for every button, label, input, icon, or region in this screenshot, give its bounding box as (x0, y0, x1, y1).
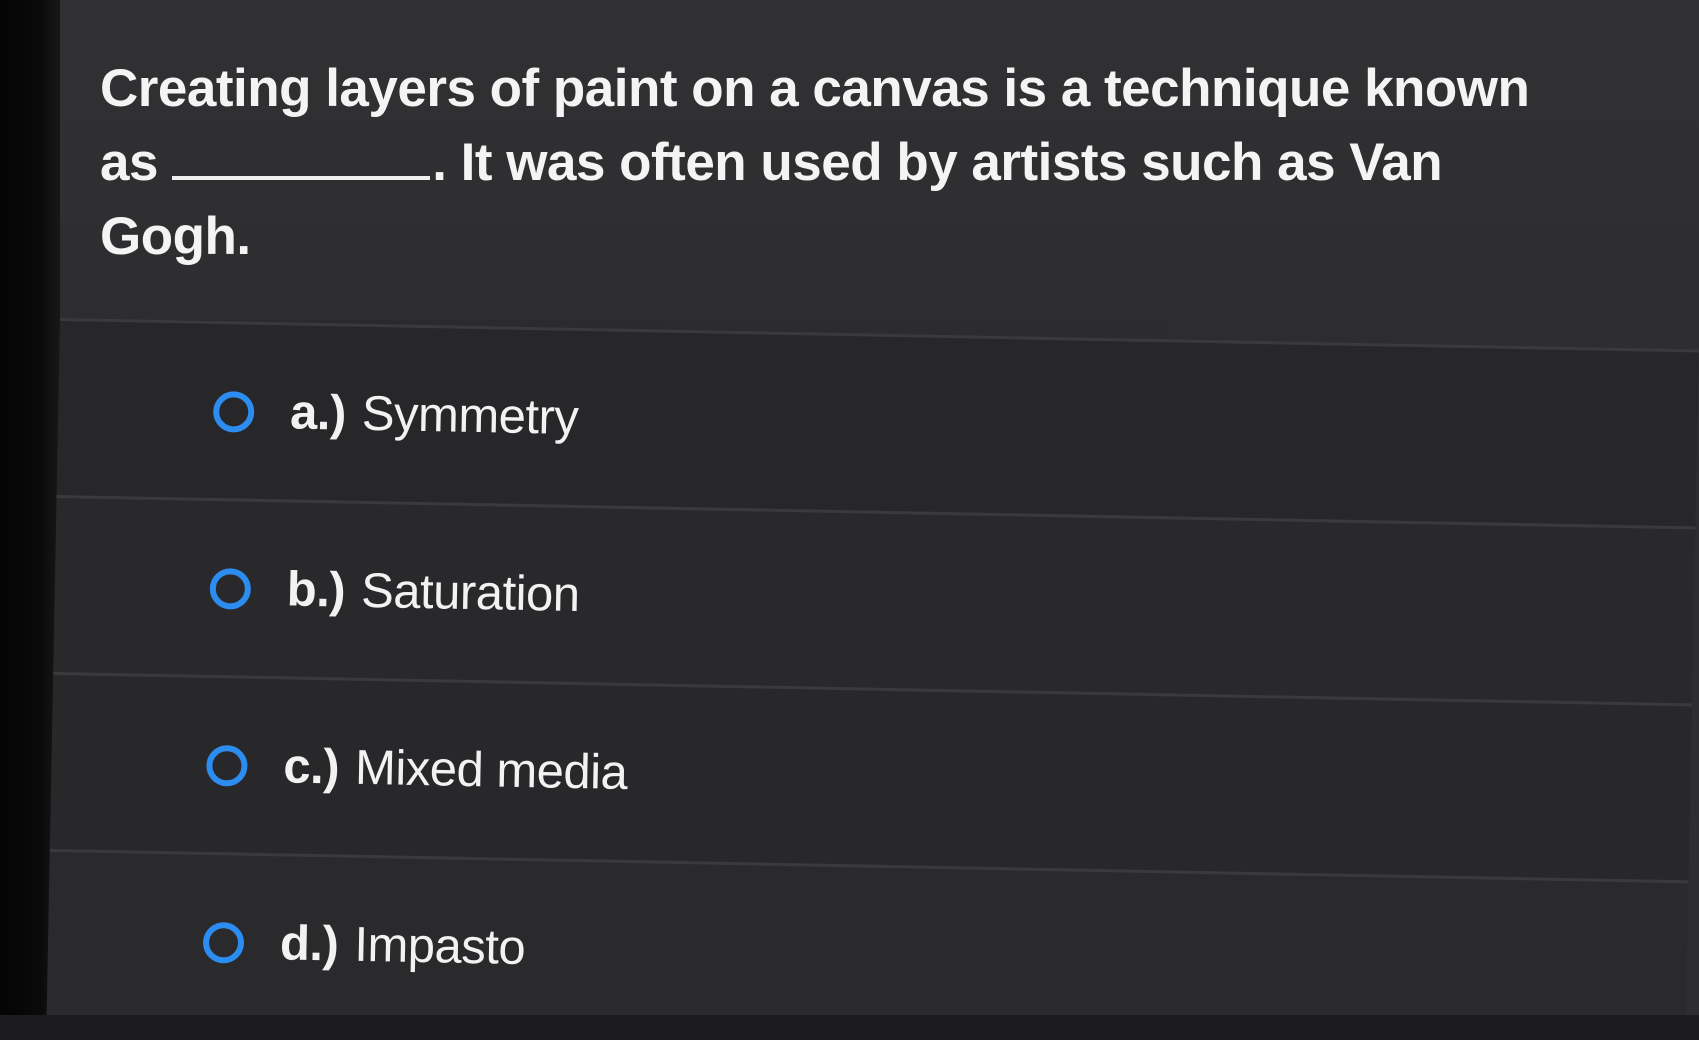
bottom-edge (0, 1015, 1699, 1040)
option-a[interactable]: a.) Symmetry (56, 318, 1699, 527)
option-text: b.) Saturation (286, 561, 580, 623)
option-text: d.) Impasto (279, 915, 526, 976)
option-label: Saturation (360, 563, 581, 623)
option-c[interactable]: c.) Mixed media (49, 671, 1692, 881)
answer-options: a.) Symmetry b.) Saturation c.) Mixed media… (46, 318, 1699, 1040)
option-label: Impasto (353, 917, 526, 976)
option-label: Mixed media (354, 740, 628, 800)
option-label: Symmetry (361, 386, 579, 445)
screen: Creating layers of paint on a canvas is … (0, 0, 1699, 1040)
question-text: Creating layers of paint on a canvas is … (100, 52, 1580, 274)
answer-blank (172, 136, 431, 180)
option-letter: d.) (279, 916, 339, 972)
option-b[interactable]: b.) Saturation (53, 494, 1696, 704)
radio-button-icon[interactable] (202, 921, 245, 964)
radio-button-icon[interactable] (209, 567, 252, 610)
option-text: a.) Symmetry (290, 384, 579, 446)
option-letter: a.) (289, 385, 347, 441)
option-text: c.) Mixed media (283, 738, 628, 801)
option-letter: b.) (286, 562, 346, 618)
option-d[interactable]: d.) Impasto (46, 848, 1689, 1040)
radio-button-icon[interactable] (212, 390, 255, 433)
option-letter: c.) (282, 739, 340, 795)
radio-button-icon[interactable] (206, 744, 248, 787)
